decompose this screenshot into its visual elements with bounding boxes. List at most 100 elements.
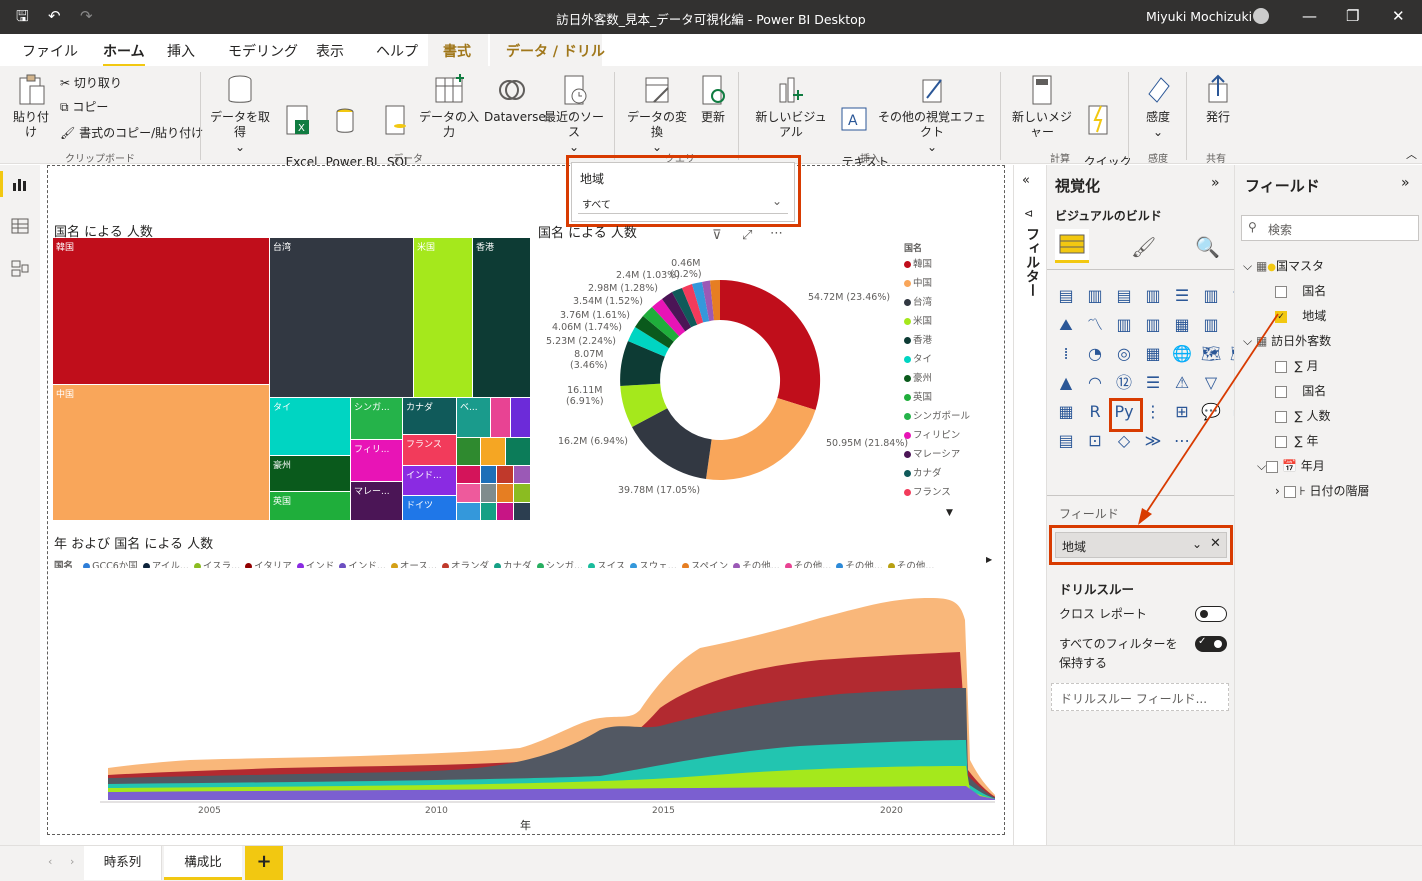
legend-item[interactable]: フランス — [904, 484, 951, 498]
legend-item[interactable]: イタリア — [245, 561, 292, 568]
treemap-cell[interactable]: 英国 — [270, 492, 351, 521]
enter-data-button[interactable]: データの入力 — [416, 74, 482, 140]
paste-button[interactable]: 貼り付け — [8, 74, 54, 140]
tab-insert[interactable]: 挿入 — [167, 41, 195, 61]
build-visual-tab[interactable] — [1055, 229, 1089, 263]
treemap-cell[interactable]: ドイツ — [403, 496, 457, 521]
legend-item[interactable]: スペイン — [681, 561, 728, 568]
visual-type-icon[interactable]: ▤ — [1055, 430, 1077, 452]
visual-type-icon[interactable]: ⁞ — [1055, 343, 1077, 365]
transform-data-button[interactable]: データの変換 ⌄ — [624, 74, 690, 155]
treemap-cell[interactable]: カナダ — [403, 398, 457, 435]
cut-button[interactable]: ✂ 切り取り — [60, 76, 122, 91]
treemap-cell[interactable]: フィリ... — [351, 440, 403, 482]
legend-item[interactable]: 英国 — [904, 389, 932, 403]
legend-item[interactable]: 豪州 — [904, 370, 932, 384]
treemap-cell[interactable]: マレー... — [351, 482, 403, 521]
visual-type-icon[interactable]: R — [1084, 401, 1106, 423]
more-visuals-button[interactable]: その他の視覚エフェクト ⌄ — [876, 74, 988, 155]
treemap-cell-small[interactable] — [514, 466, 531, 484]
area-chart[interactable] — [100, 590, 995, 810]
treemap-cell-small[interactable] — [481, 484, 497, 503]
page-tab-composition[interactable]: 構成比 — [164, 846, 242, 880]
visual-type-icon[interactable]: ▤ — [1055, 285, 1077, 307]
filter-icon[interactable]: ⊽ — [712, 228, 722, 243]
collapse-icon[interactable]: » — [1401, 175, 1410, 191]
treemap-cell-small[interactable] — [497, 484, 514, 503]
treemap-cell-small[interactable] — [491, 398, 511, 438]
legend-item[interactable]: シンガポール — [904, 408, 970, 422]
treemap-cell-small[interactable] — [457, 484, 481, 503]
treemap-cell-small[interactable] — [481, 466, 497, 484]
treemap-cell-small[interactable] — [511, 398, 531, 438]
close-icon[interactable]: ✕ — [1392, 8, 1405, 24]
legend-item[interactable]: フィリピン — [904, 427, 960, 441]
legend-item[interactable]: スイス — [588, 561, 625, 568]
data-view-icon[interactable] — [11, 218, 29, 234]
keep-filters-toggle[interactable]: ✓ — [1195, 636, 1227, 652]
collapse-ribbon-icon[interactable]: ︿ — [1406, 146, 1417, 162]
legend-item[interactable]: シンガ... — [536, 561, 583, 568]
tab-data-drill[interactable]: データ / ドリル — [506, 41, 605, 61]
filters-label[interactable]: フィルター — [1022, 227, 1042, 297]
dataverse-button[interactable]: Dataverse — [484, 74, 546, 125]
legend-item[interactable]: 中国 — [904, 275, 932, 289]
legend-item[interactable]: インド — [296, 561, 334, 568]
treemap-cell-small[interactable] — [497, 466, 514, 484]
treemap-cell[interactable]: 米国 — [414, 238, 473, 398]
get-data-button[interactable]: データを取得 ⌄ — [208, 74, 272, 155]
treemap-cell[interactable]: 韓国 — [53, 238, 270, 385]
filters-pane-collapsed[interactable]: « ⊲ フィルター — [1013, 165, 1046, 845]
treemap-cell-small[interactable] — [497, 503, 514, 521]
avatar[interactable] — [1253, 8, 1269, 24]
collapse-icon[interactable]: » — [1211, 175, 1220, 191]
treemap-cell-small[interactable] — [506, 438, 531, 466]
treemap-cell-small[interactable] — [481, 438, 506, 466]
tab-view[interactable]: 表示 — [316, 41, 344, 61]
legend-item[interactable]: 韓国 — [904, 256, 932, 270]
treemap-cell-small[interactable] — [514, 503, 531, 521]
focus-mode-icon[interactable]: ⤢ — [742, 228, 752, 243]
legend-item[interactable]: 米国 — [904, 313, 932, 327]
analytics-icon[interactable]: 🔍 — [1195, 235, 1220, 259]
legend-item[interactable]: マレーシア — [904, 446, 960, 460]
legend-next-icon[interactable]: ▶ — [986, 555, 992, 564]
visual-type-icon[interactable]: ▲ — [1055, 372, 1077, 394]
tab-home[interactable]: ホーム — [103, 41, 145, 67]
tab-format[interactable]: 書式 — [443, 41, 471, 61]
treemap-cell[interactable]: シンガ... — [351, 398, 403, 440]
treemap-cell[interactable]: 豪州 — [270, 456, 351, 492]
legend-item[interactable]: カナダ — [904, 465, 942, 479]
treemap-cell-small[interactable] — [457, 438, 481, 466]
treemap-cell[interactable]: フランス — [403, 435, 457, 466]
field-country-name[interactable]: 国名 — [1275, 282, 1326, 299]
treemap-cell[interactable]: タイ — [270, 398, 351, 456]
treemap-cell[interactable]: 香港 — [473, 238, 531, 398]
treemap-cell[interactable]: ベ... — [457, 398, 491, 438]
treemap-visual[interactable]: 韓国 中国 台湾 米国 香港 タイ 豪州 英国 シンガ... フィリ... マレ… — [53, 238, 531, 521]
treemap-cell-small[interactable] — [457, 466, 481, 484]
visual-type-icon[interactable]: ▦ — [1055, 401, 1077, 423]
legend-item[interactable]: GCC6か国 — [83, 561, 138, 568]
page-tab-timeseries[interactable]: 時系列 — [84, 846, 162, 880]
legend-scroll-down-icon[interactable]: ▼ — [946, 508, 953, 518]
treemap-cell[interactable]: 中国 — [53, 385, 270, 521]
legend-item[interactable]: オランダ — [441, 561, 489, 568]
format-painter-button[interactable]: 🖌 書式のコピー/貼り付け — [60, 126, 203, 141]
visual-type-icon[interactable]: ▥ — [1084, 285, 1106, 307]
tab-modeling[interactable]: モデリング — [228, 41, 298, 61]
sensitivity-button[interactable]: 感度 ⌄ — [1138, 74, 1178, 140]
search-box[interactable]: ⚲ 検索 — [1241, 215, 1419, 241]
legend-item[interactable]: イスラ... — [193, 561, 240, 568]
report-view-icon[interactable] — [11, 177, 29, 193]
treemap-cell[interactable]: 台湾 — [270, 238, 414, 398]
legend-item[interactable]: 香港 — [904, 332, 932, 346]
restore-icon[interactable]: ❐ — [1346, 8, 1359, 24]
model-view-icon[interactable] — [11, 259, 29, 277]
visual-type-icon[interactable]: ⛰ — [1055, 314, 1077, 336]
legend-item[interactable]: スウェ... — [630, 561, 677, 568]
legend-item[interactable]: その他... — [836, 561, 883, 568]
tab-file[interactable]: ファイル — [22, 41, 78, 61]
table-country-master[interactable]: ⌵ ▦●国マスタ — [1243, 257, 1324, 274]
cross-report-toggle[interactable] — [1195, 606, 1227, 622]
